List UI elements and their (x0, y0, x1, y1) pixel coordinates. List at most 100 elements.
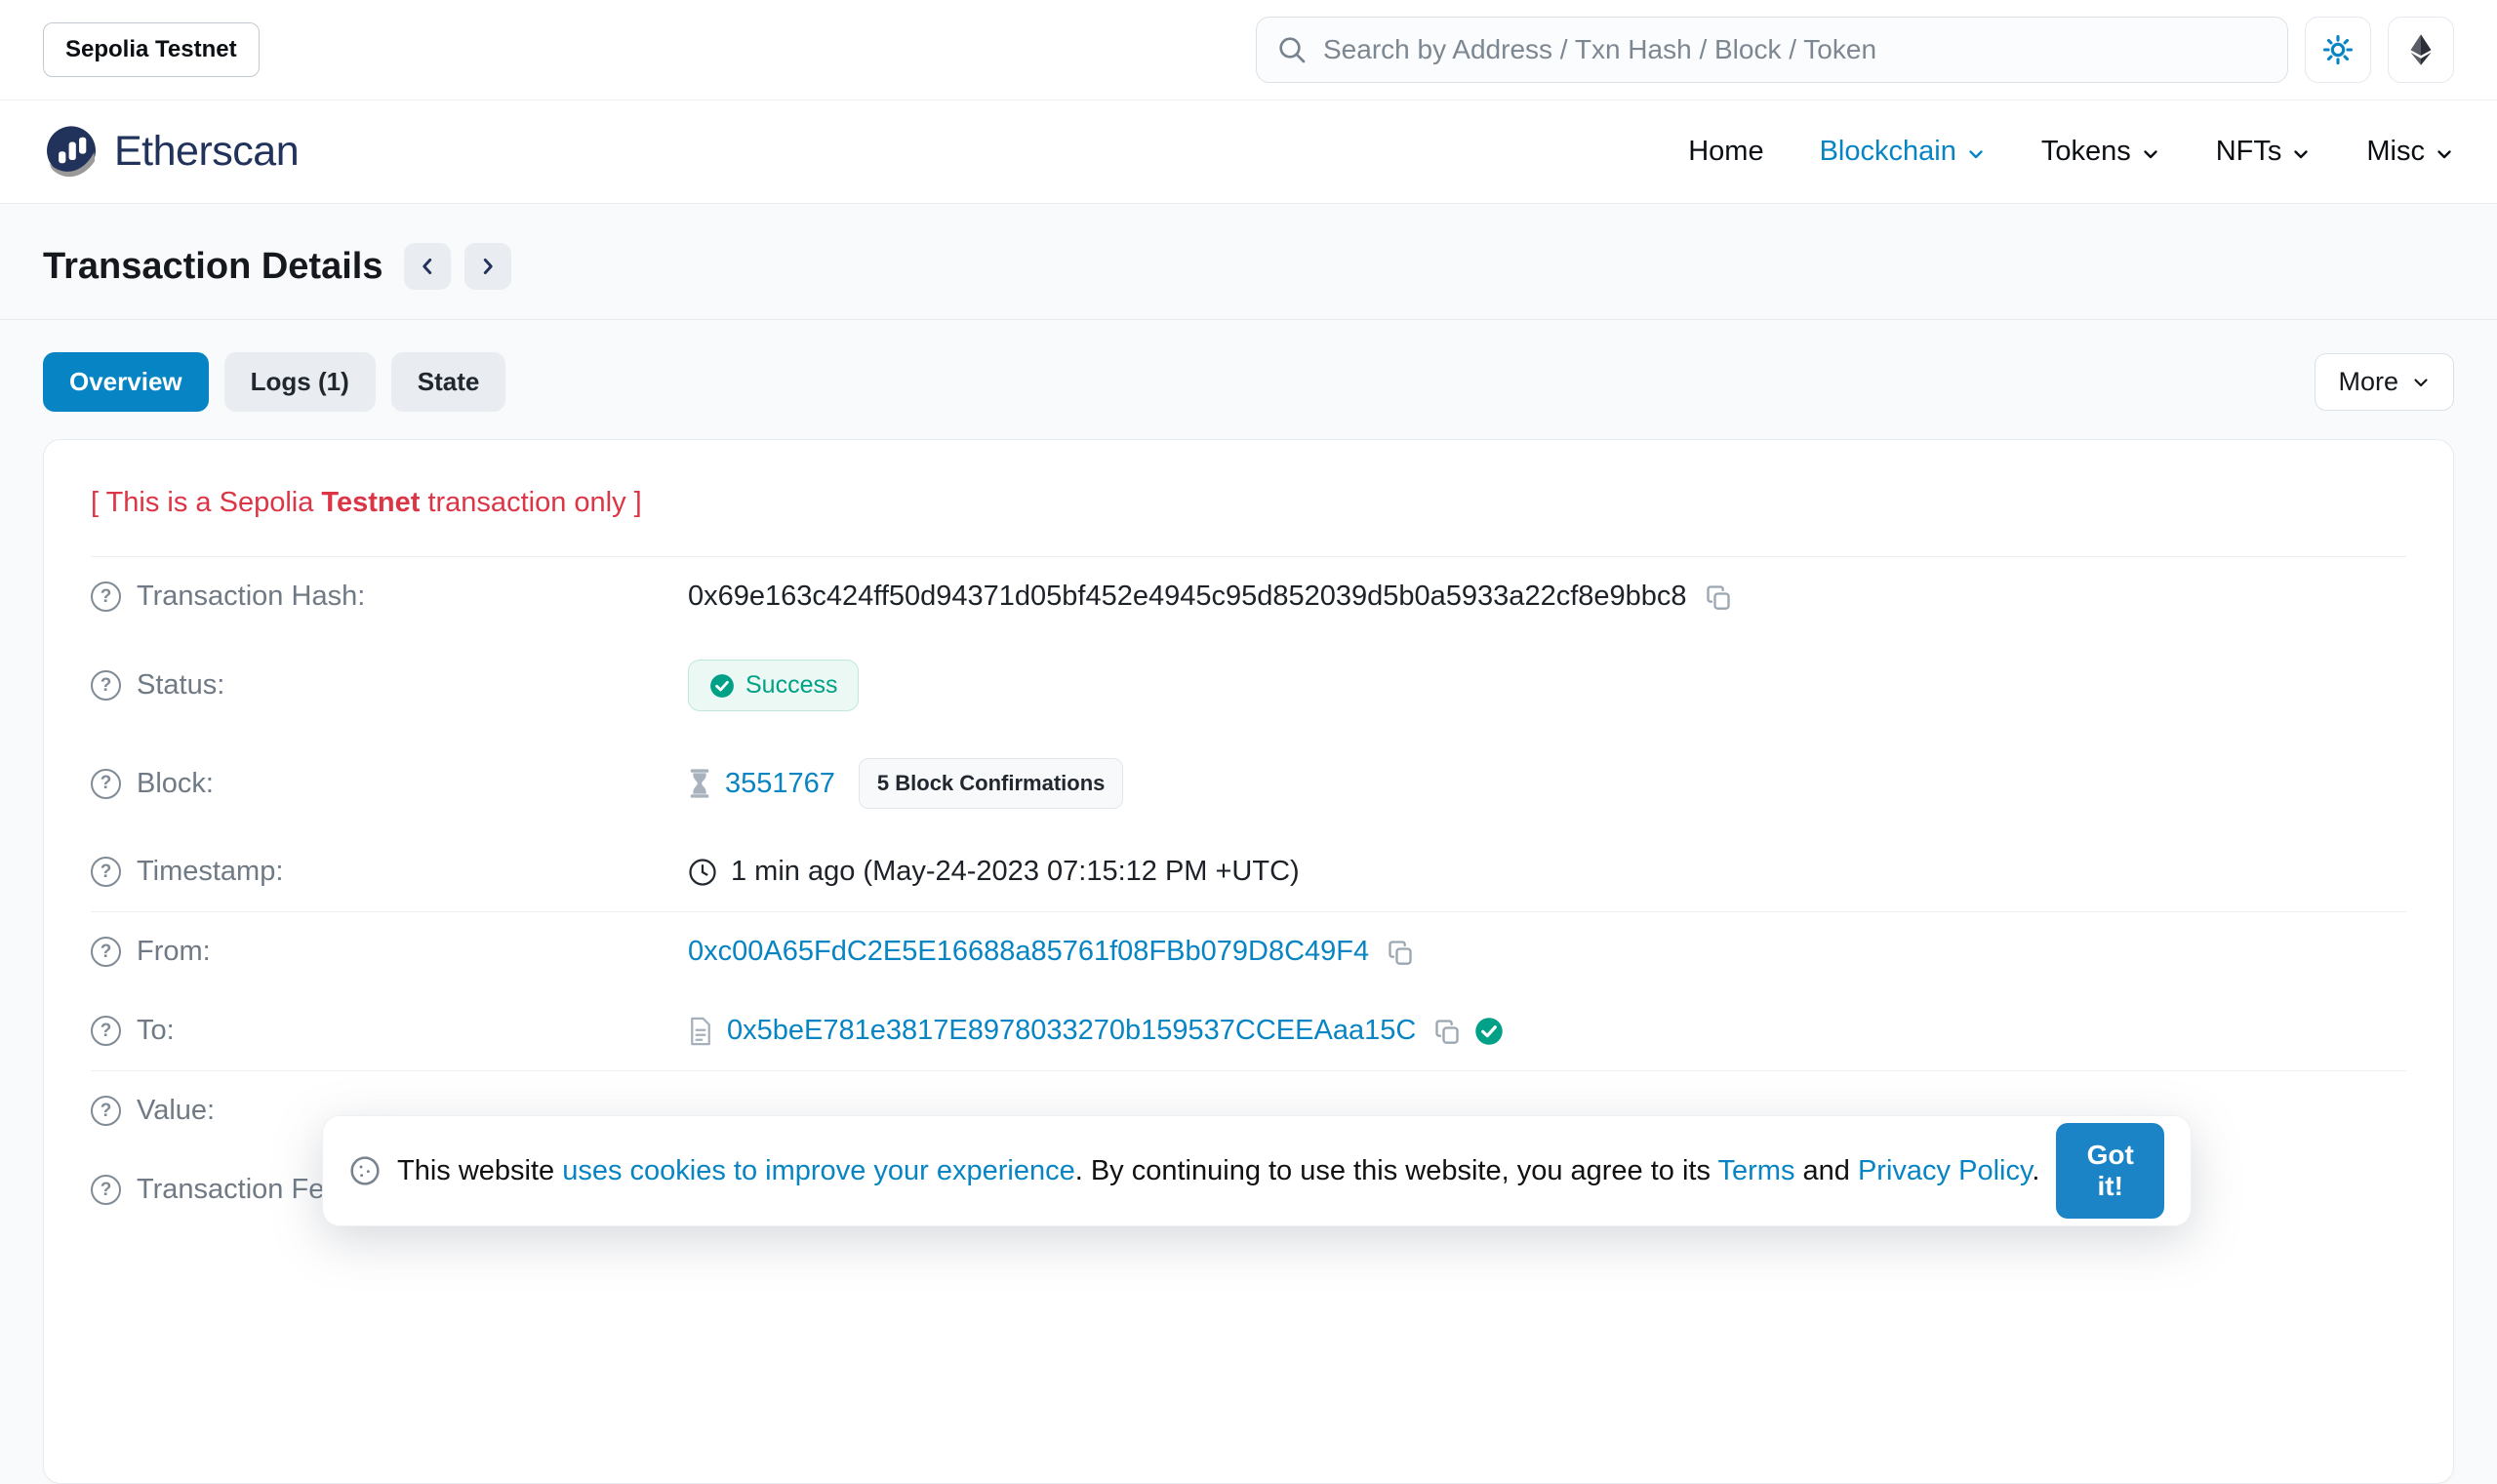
nav-item-tokens[interactable]: Tokens (2041, 136, 2160, 168)
theme-toggle-button[interactable] (2305, 17, 2371, 83)
chevron-left-icon (417, 256, 438, 277)
row-value: 1 min ago (May-24-2023 07:15:12 PM +UTC) (688, 856, 1300, 888)
copy-icon (1433, 1018, 1461, 1045)
copy-icon (1705, 583, 1732, 611)
row-value: 3551767 5 Block Confirmations (688, 758, 1123, 809)
chevron-down-icon (2411, 373, 2431, 392)
verified-check-icon (1474, 1017, 1504, 1046)
row-value: 0x5beE781e3817E8978033270b159537CCEEAaa1… (688, 1015, 1504, 1047)
chevron-down-icon (2141, 144, 2160, 164)
etherscan-logo-icon (43, 124, 100, 180)
next-transaction-button[interactable] (464, 243, 511, 290)
notice-text: [ This is a Sepolia (91, 487, 321, 518)
main-nav: Etherscan Home Blockchain Tokens NFTs Mi… (0, 100, 2497, 204)
network-selector-button[interactable]: Sepolia Testnet (43, 22, 260, 77)
ethereum-icon (2403, 32, 2438, 67)
status-badge: Success (688, 660, 859, 711)
nav-item-nfts[interactable]: NFTs (2216, 136, 2312, 168)
label-text: Transaction Hash: (137, 581, 365, 613)
chevron-down-icon (2291, 144, 2311, 164)
help-icon[interactable]: ? (91, 1175, 121, 1205)
row-value: Success (688, 660, 859, 711)
copy-button[interactable] (1705, 583, 1732, 611)
terms-link[interactable]: Terms (1718, 1155, 1795, 1186)
copy-icon (1387, 939, 1414, 966)
copy-button[interactable] (1387, 939, 1414, 966)
row-value: 0x69e163c424ff50d94371d05bf452e4945c95d8… (688, 581, 1732, 613)
block-number-link[interactable]: 3551767 (725, 768, 835, 800)
tab-overview[interactable]: Overview (43, 352, 209, 412)
help-icon[interactable]: ? (91, 1016, 121, 1046)
page-head: Transaction Details (0, 204, 2497, 319)
row-transaction-hash: ? Transaction Hash: 0x69e163c424ff50d943… (91, 557, 2406, 636)
label-text: To: (137, 1015, 175, 1047)
label-text: Status: (137, 669, 224, 702)
cookie-accept-button[interactable]: Got it! (2056, 1123, 2164, 1219)
row-block: ? Block: 3551767 5 Block Confirmations (91, 735, 2406, 832)
help-icon[interactable]: ? (91, 1096, 121, 1126)
more-label: More (2338, 367, 2398, 397)
nav-item-blockchain[interactable]: Blockchain (1820, 136, 1986, 168)
status-text: Success (745, 671, 837, 700)
privacy-policy-link[interactable]: Privacy Policy (1858, 1155, 2032, 1186)
from-address-link[interactable]: 0xc00A65FdC2E5E16688a85761f08FBb079D8C49… (688, 936, 1369, 968)
etherscan-logo[interactable]: Etherscan (43, 124, 299, 180)
tabs-row: Overview Logs (1) State More (0, 320, 2497, 412)
row-to: ? To: 0x5beE781e3817E8978033270b159537CC… (91, 991, 2406, 1070)
previous-transaction-button[interactable] (404, 243, 451, 290)
chevron-down-icon (2435, 144, 2454, 164)
hourglass-icon (688, 768, 711, 799)
notice-bold: Testnet (321, 487, 420, 518)
to-address-link[interactable]: 0x5beE781e3817E8978033270b159537CCEEAaa1… (727, 1015, 1416, 1047)
tab-state[interactable]: State (391, 352, 506, 412)
cookie-text: . By continuing to use this website, you… (1075, 1155, 1718, 1186)
nav-label: Blockchain (1820, 136, 1956, 168)
cookie-icon (349, 1155, 381, 1186)
sun-icon (2321, 33, 2355, 66)
row-label: ? From: (91, 936, 688, 968)
row-label: ? Status: (91, 669, 688, 702)
nav-item-misc[interactable]: Misc (2366, 136, 2454, 168)
help-icon[interactable]: ? (91, 769, 121, 799)
cookie-policy-link[interactable]: uses cookies to improve your experience (562, 1155, 1074, 1186)
nav-label: Tokens (2041, 136, 2131, 168)
help-icon[interactable]: ? (91, 582, 121, 612)
label-text: Timestamp: (137, 856, 283, 888)
network-switch-button[interactable] (2388, 17, 2454, 83)
nav-label: Home (1688, 136, 1763, 168)
tab-logs[interactable]: Logs (1) (224, 352, 376, 412)
cookie-text: and (1794, 1155, 1858, 1186)
more-dropdown-button[interactable]: More (2315, 353, 2454, 411)
cookie-text: This website (397, 1155, 562, 1186)
help-icon[interactable]: ? (91, 857, 121, 887)
label-text: Transaction Fee: (137, 1174, 348, 1206)
row-label: ? To: (91, 1015, 688, 1047)
search-input[interactable] (1321, 33, 2268, 66)
search-box[interactable] (1256, 17, 2288, 83)
contract-document-icon (688, 1017, 713, 1046)
block-confirmations-badge: 5 Block Confirmations (859, 758, 1123, 809)
brand-name: Etherscan (114, 128, 299, 176)
copy-button[interactable] (1433, 1018, 1461, 1045)
row-timestamp: ? Timestamp: 1 min ago (May-24-2023 07:1… (91, 832, 2406, 911)
topbar-right (1256, 17, 2454, 83)
transaction-overview-card: [ This is a Sepolia Testnet transaction … (43, 439, 2454, 1484)
nav-label: NFTs (2216, 136, 2282, 168)
page-title: Transaction Details (43, 246, 383, 288)
transaction-hash-value: 0x69e163c424ff50d94371d05bf452e4945c95d8… (688, 581, 1687, 613)
row-label: ? Block: (91, 768, 688, 800)
check-circle-icon (709, 673, 735, 699)
label-text: From: (137, 936, 211, 968)
nav-item-home[interactable]: Home (1688, 136, 1763, 168)
cookie-message: This website uses cookies to improve you… (397, 1155, 2039, 1187)
nav-items: Home Blockchain Tokens NFTs Misc (1688, 136, 2454, 168)
row-from: ? From: 0xc00A65FdC2E5E16688a85761f08FBb… (91, 912, 2406, 991)
help-icon[interactable]: ? (91, 937, 121, 967)
row-label: ? Timestamp: (91, 856, 688, 888)
cookie-text: . (2032, 1155, 2039, 1186)
top-header: Sepolia Testnet (0, 0, 2497, 100)
label-text: Value: (137, 1095, 215, 1127)
notice-text: transaction only ] (420, 487, 641, 518)
cookie-consent-banner: This website uses cookies to improve you… (322, 1115, 2192, 1226)
help-icon[interactable]: ? (91, 670, 121, 701)
